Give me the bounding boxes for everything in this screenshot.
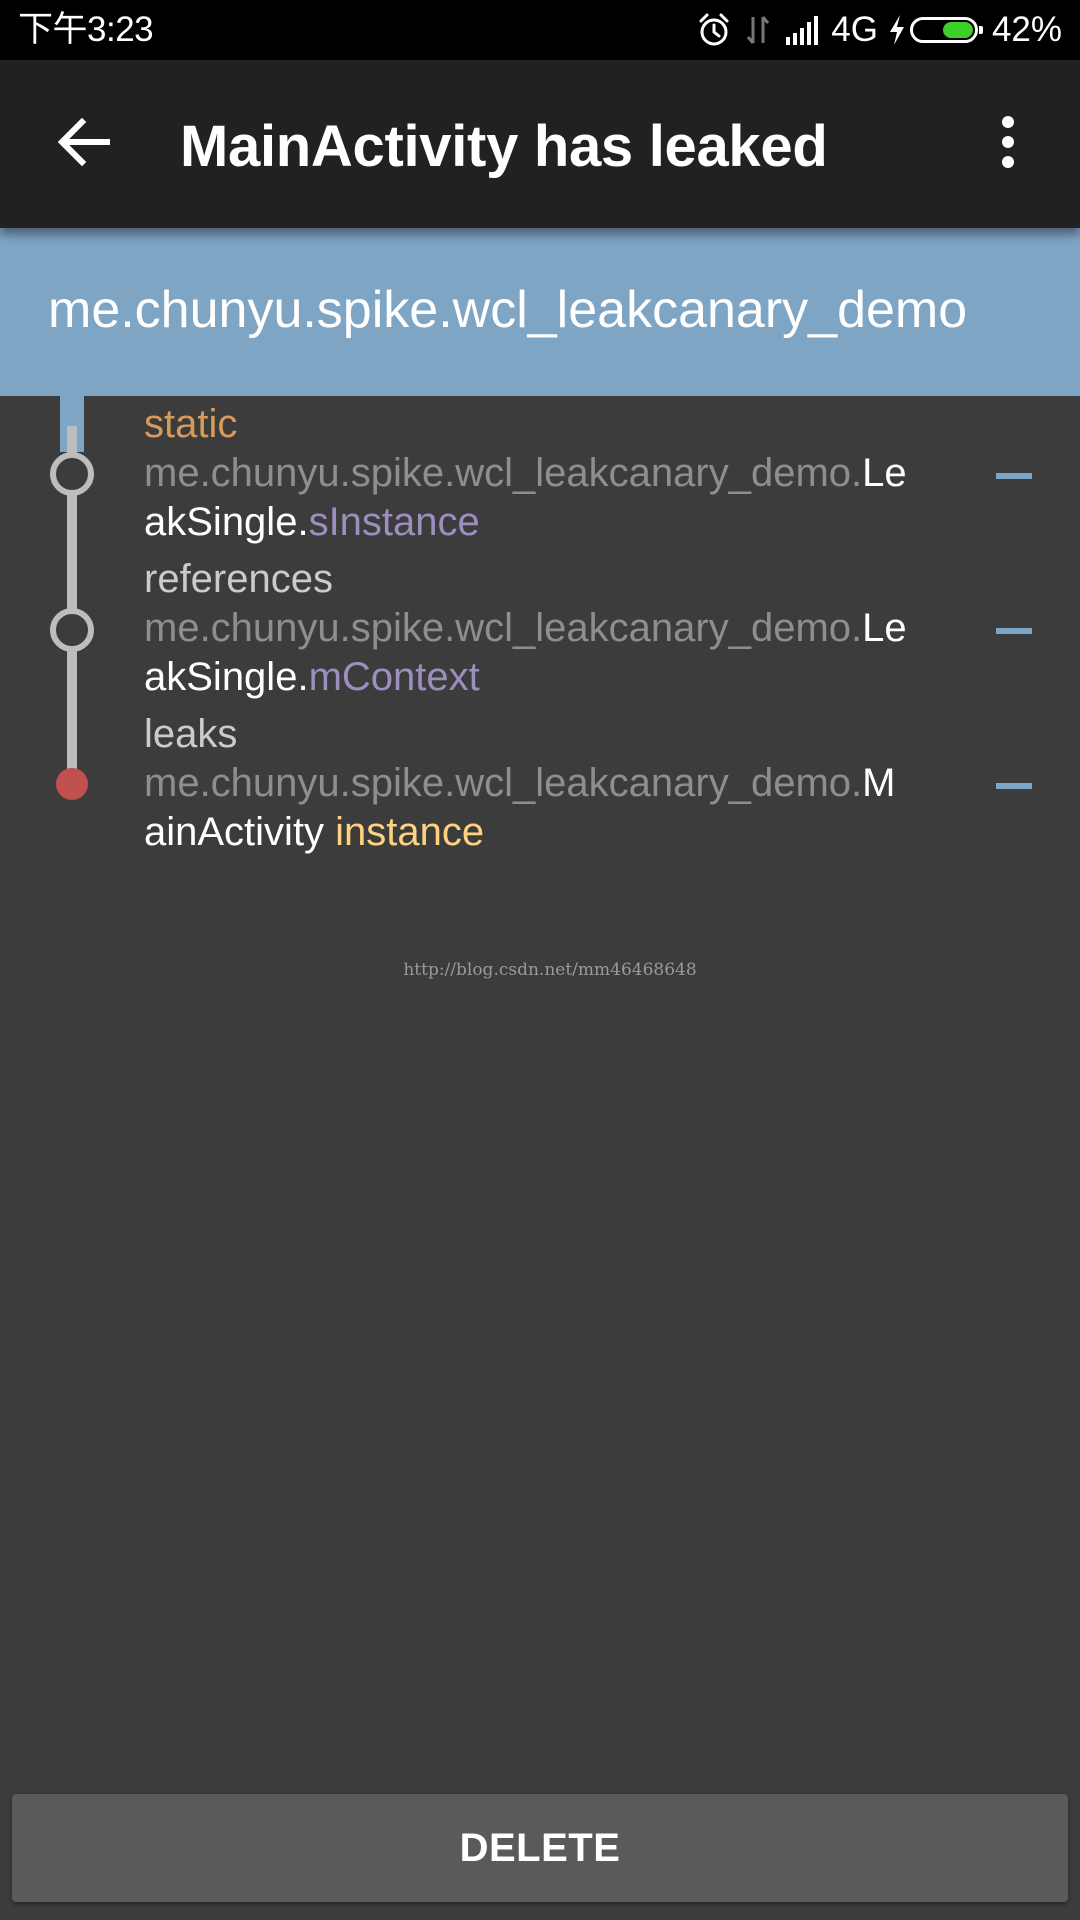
delete-button[interactable]: DELETE: [12, 1794, 1068, 1902]
trace-class-tail: ainActivity: [144, 810, 336, 854]
trace-class-head: M: [862, 761, 896, 805]
battery-percent: 42%: [991, 10, 1062, 49]
more-vert-icon: [1000, 115, 1016, 173]
leak-node: [56, 768, 88, 800]
trace-class-head: Le: [862, 606, 907, 650]
trace-class-tail: akSingle.: [144, 655, 309, 699]
page-title: MainActivity has leaked: [180, 114, 828, 179]
collapse-dash[interactable]: [996, 628, 1032, 634]
trace-package: me.chunyu.spike.wcl_leakcanary_demo.: [144, 451, 863, 495]
trace-class-tail: akSingle.: [144, 500, 309, 544]
battery-icon: [909, 17, 983, 43]
package-banner: me.chunyu.spike.wcl_leakcanary_demo: [0, 228, 1080, 396]
trace-member: sInstance: [308, 500, 480, 544]
trace-entry[interactable]: leaks me.chunyu.spike.wcl_leakcanary_dem…: [144, 710, 944, 857]
overflow-menu-button[interactable]: [972, 96, 1044, 192]
app-toolbar: MainActivity has leaked: [0, 60, 1080, 228]
trace-member: mContext: [308, 655, 480, 699]
back-button[interactable]: [36, 96, 132, 192]
trace-package: me.chunyu.spike.wcl_leakcanary_demo.: [144, 606, 863, 650]
alarm-icon: [697, 12, 731, 48]
trace-node: [50, 608, 94, 652]
status-icons: 4G 42%: [697, 8, 1062, 52]
charging-icon: [888, 14, 906, 46]
trace-package: me.chunyu.spike.wcl_leakcanary_demo.: [144, 761, 863, 805]
trace-node: [50, 452, 94, 496]
trace-entry[interactable]: references me.chunyu.spike.wcl_leakcanar…: [144, 555, 944, 702]
status-time: 下午3:23: [18, 10, 154, 49]
trace-entry[interactable]: static me.chunyu.spike.wcl_leakcanary_de…: [144, 400, 944, 547]
package-name: me.chunyu.spike.wcl_leakcanary_demo: [48, 281, 968, 339]
trace-kind: references: [144, 557, 333, 601]
watermark: http://blog.csdn.net/mm46468648: [403, 960, 697, 980]
trace-kind: static: [144, 402, 238, 446]
trace-class-head: Le: [862, 451, 907, 495]
status-bar: 下午3:23 4G 42%: [0, 0, 1080, 60]
trace-kind: leaks: [144, 712, 238, 756]
collapse-dash[interactable]: [996, 783, 1032, 789]
leak-trace: static me.chunyu.spike.wcl_leakcanary_de…: [0, 396, 1080, 886]
arrow-left-icon: [57, 117, 111, 171]
signal-icon: [785, 15, 823, 45]
data-arrows-icon: [745, 13, 771, 47]
collapse-dash[interactable]: [996, 473, 1032, 479]
network-type: 4G: [831, 10, 878, 49]
trace-member: instance: [335, 810, 485, 854]
